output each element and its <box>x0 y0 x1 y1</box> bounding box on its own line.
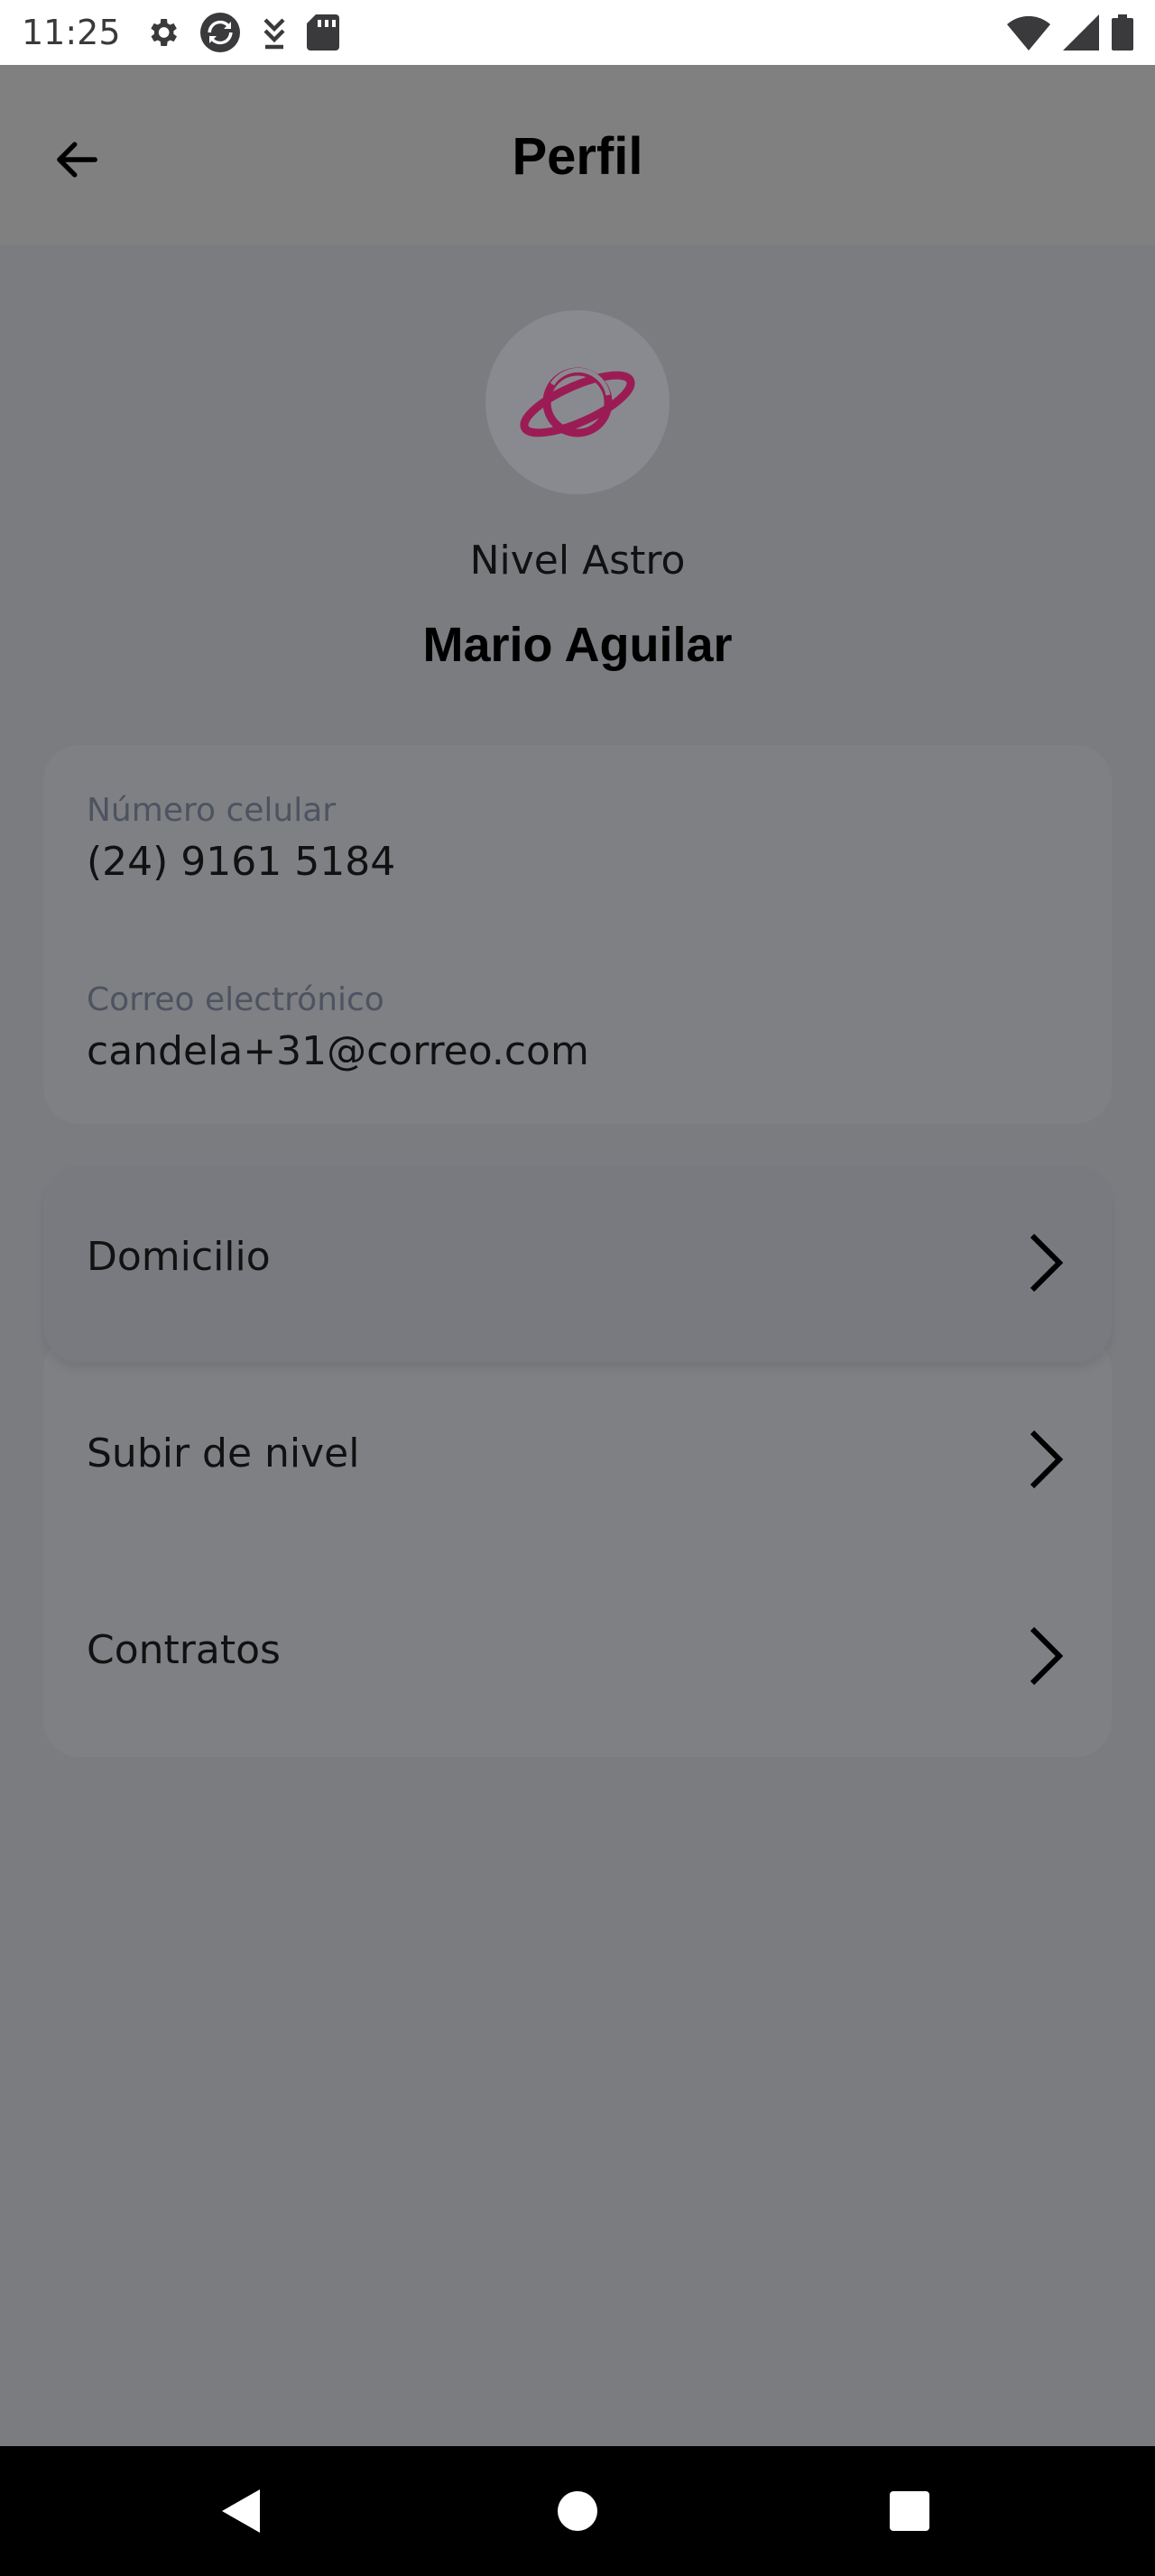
phone-value: (24) 9161 5184 <box>87 839 396 885</box>
contact-info-card: Número celular (24) 9161 5184 Correo ele… <box>43 745 1112 1124</box>
email-label: Correo electrónico <box>87 981 384 1018</box>
menu-item-domicilio[interactable]: Domicilio <box>43 1165 1112 1362</box>
page-title: Perfil <box>512 127 643 186</box>
download-icon <box>263 18 285 50</box>
status-bar: 11:25 <box>0 0 1155 65</box>
chevron-right-icon <box>1030 1430 1064 1489</box>
home-circle-icon[interactable] <box>549 2482 606 2540</box>
menu-item-label: Domicilio <box>87 1234 271 1280</box>
sync-icon <box>200 13 240 52</box>
sd-card-icon <box>307 14 339 51</box>
status-icons-right <box>1007 13 1133 52</box>
level-label: Nivel Astro <box>469 538 686 584</box>
phone-label: Número celular <box>87 792 337 829</box>
user-name: Mario Aguilar <box>422 618 733 672</box>
status-icons-left <box>144 13 339 52</box>
menu-item-subir-de-nivel[interactable]: Subir de nivel <box>43 1362 1112 1559</box>
wifi-icon <box>1007 15 1050 51</box>
status-time: 11:25 <box>22 13 121 52</box>
recents-square-icon[interactable] <box>881 2482 938 2540</box>
gear-icon <box>151 19 177 46</box>
menu-item-label: Subir de nivel <box>87 1431 360 1477</box>
back-triangle-icon[interactable] <box>213 2482 271 2540</box>
menu-item-label: Contratos <box>87 1627 281 1673</box>
chevron-right-icon <box>1030 1233 1064 1293</box>
chevron-right-icon <box>1030 1626 1064 1686</box>
avatar <box>485 310 670 494</box>
email-value: candela+31@correo.com <box>87 1028 589 1074</box>
menu-item-contratos[interactable]: Contratos <box>43 1559 1112 1755</box>
system-nav-bar <box>0 2446 1155 2576</box>
signal-icon <box>1063 14 1099 51</box>
app-bar: Perfil <box>0 65 1155 245</box>
planet-icon <box>520 367 635 437</box>
battery-icon <box>1112 14 1133 51</box>
